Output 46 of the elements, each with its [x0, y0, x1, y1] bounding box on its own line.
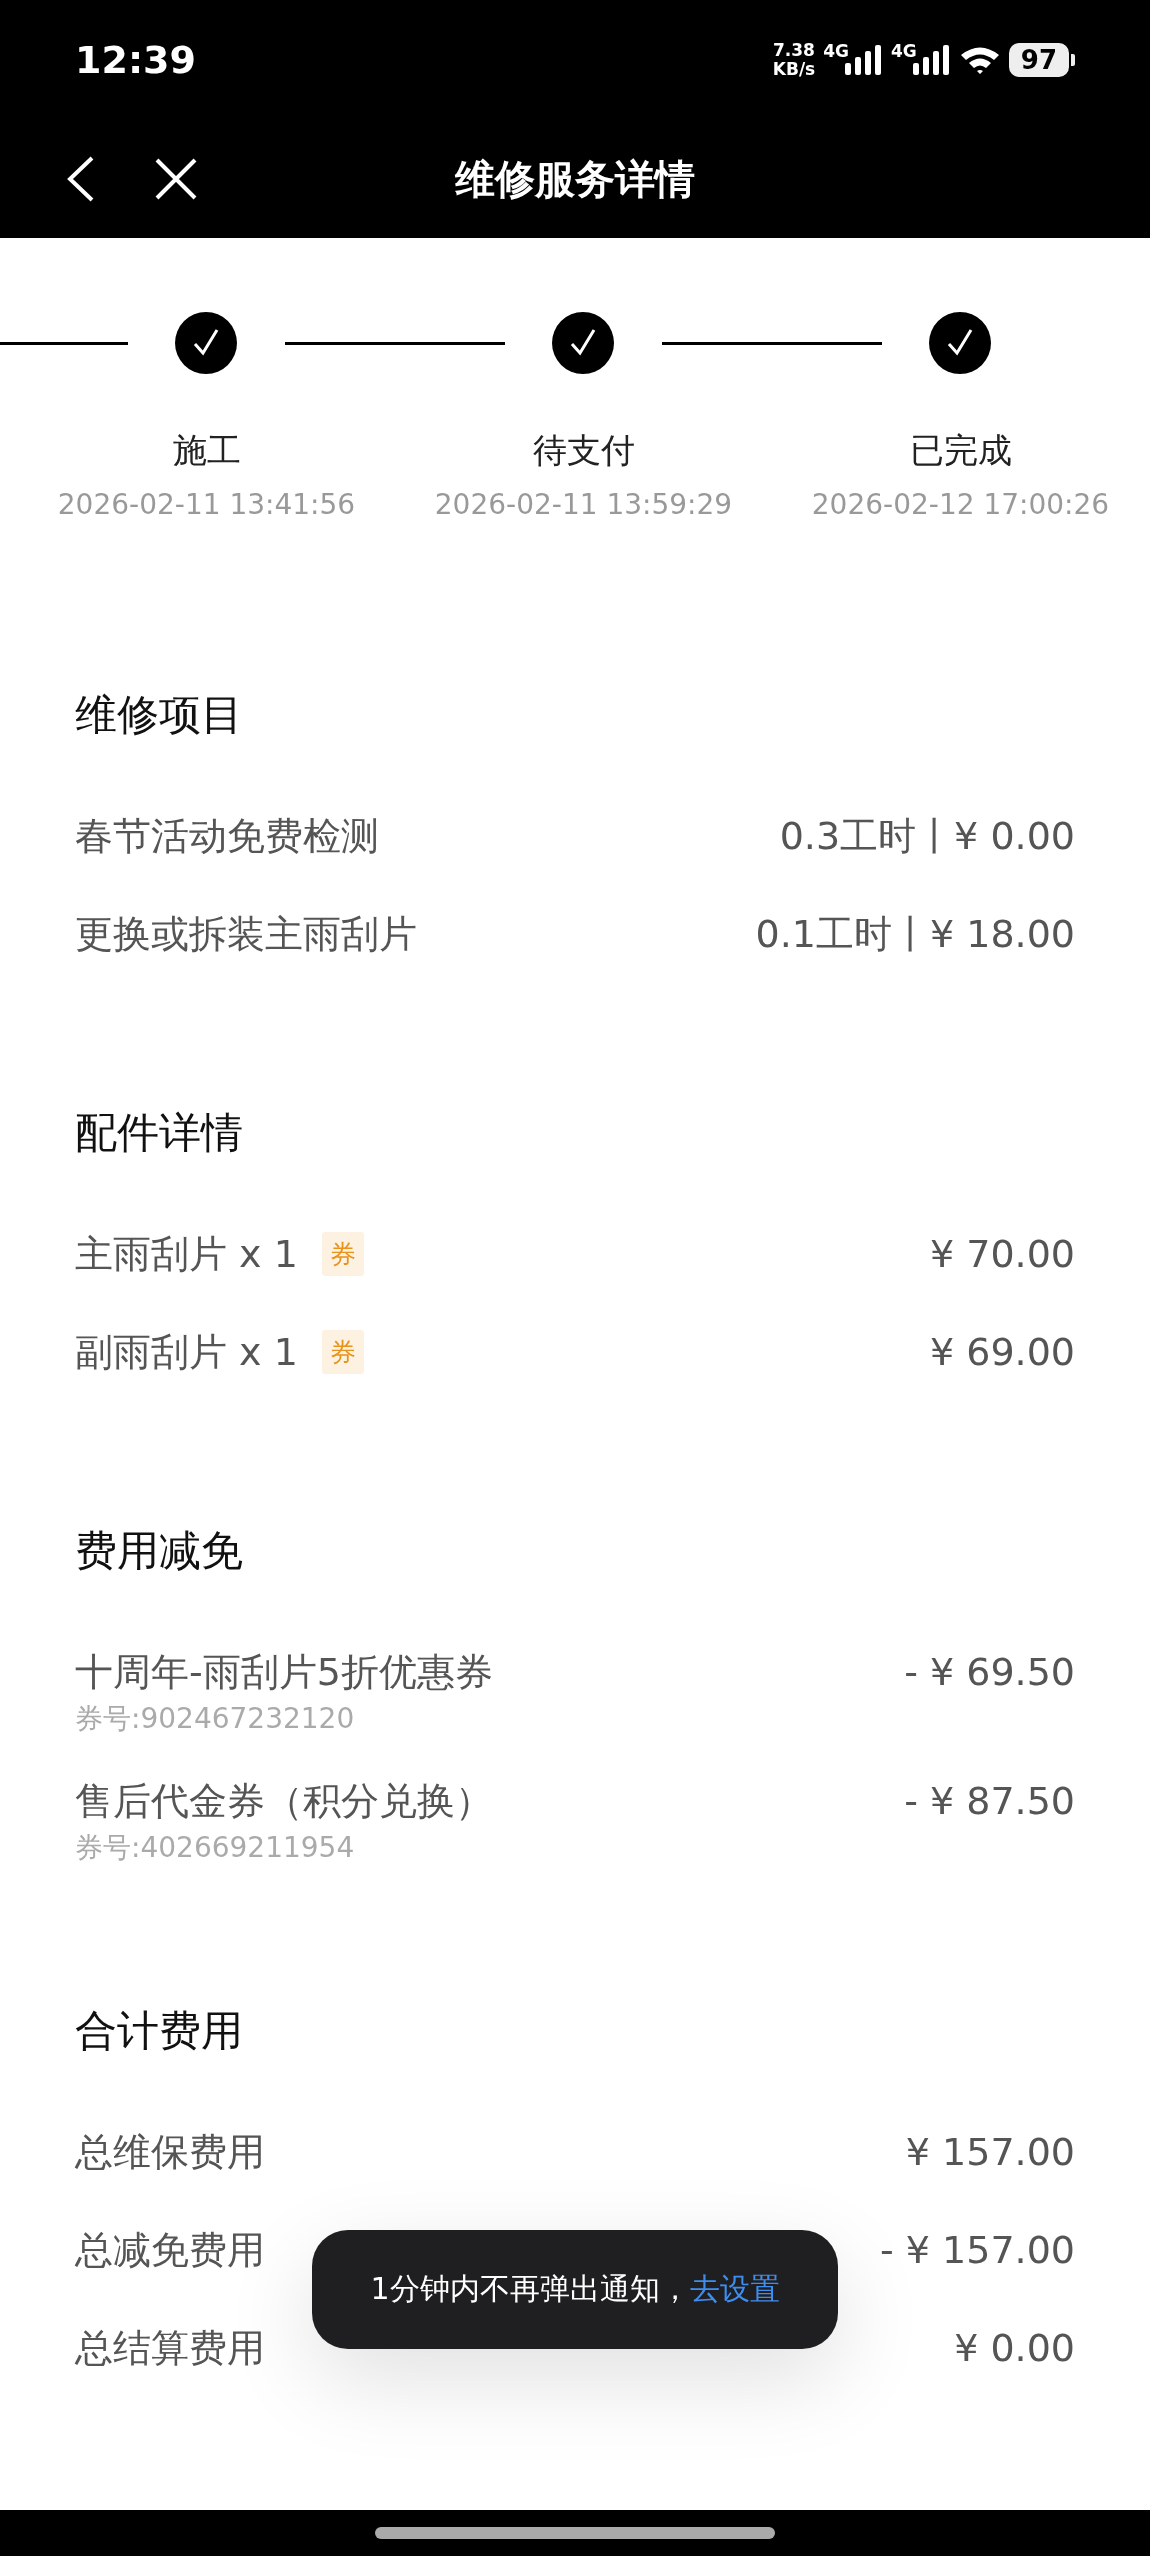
item-price: - ¥ 69.50 [904, 1649, 1075, 1696]
item-price: ¥ 0.00 [954, 2325, 1075, 2372]
coupon-tag: 券 [321, 1232, 364, 1276]
item-price: - ¥ 87.50 [904, 1778, 1075, 1825]
item-name: 售后代金券（积分兑换） [75, 1778, 493, 1825]
back-icon[interactable] [66, 156, 96, 202]
step-time: 2026-02-11 13:59:29 [434, 487, 733, 523]
speed-unit: KB/s [772, 60, 816, 79]
coupon-number: 券号:902467232120 [75, 1702, 356, 1736]
item-name: 总结算费用 [75, 2325, 265, 2372]
item-name: 更换或拆装主雨刮片 [75, 911, 417, 958]
item-price: ¥ 157.00 [905, 2129, 1075, 2176]
item-name: 十周年-雨刮片5折优惠券 [75, 1649, 493, 1696]
step-time: 2026-02-11 13:41:56 [57, 487, 356, 523]
battery-level: 97 [1008, 43, 1069, 77]
item-price: 0.1工时丨¥ 18.00 [755, 911, 1075, 958]
item-price: - ¥ 157.00 [880, 2227, 1075, 2274]
step-time: 2026-02-12 17:00:26 [811, 487, 1110, 523]
step-label: 已完成 [909, 429, 1012, 472]
step-done-icon [929, 312, 991, 374]
network-speed: 7.38 [773, 41, 815, 60]
network-type: 4G [823, 41, 849, 61]
item-name: 总减免费用 [75, 2227, 265, 2274]
section-title: 费用减免 [75, 1525, 244, 1577]
section-title: 合计费用 [75, 2005, 244, 2057]
item-name: 春节活动免费检测 [75, 813, 379, 860]
close-icon[interactable] [154, 157, 198, 201]
item-name: 主雨刮片 x 1 [75, 1231, 298, 1278]
step-done-icon [552, 312, 614, 374]
toast-message: 1分钟内不再弹出通知， [370, 2270, 690, 2308]
section-title: 配件详情 [75, 1107, 244, 1159]
network-type: 4G [891, 41, 917, 61]
item-price: ¥ 70.00 [929, 1231, 1075, 1278]
step-label: 待支付 [532, 429, 635, 472]
section-title: 维修项目 [75, 689, 244, 741]
item-name: 总维保费用 [75, 2129, 265, 2176]
status-time: 12:39 [75, 38, 197, 82]
item-price: 0.3工时丨¥ 0.00 [779, 813, 1075, 860]
coupon-tag: 券 [321, 1330, 364, 1374]
item-price: ¥ 69.00 [929, 1329, 1075, 1376]
page-title: 维修服务详情 [455, 155, 695, 202]
step-done-icon [175, 312, 237, 374]
settings-link[interactable]: 去设置 [689, 2269, 780, 2310]
step-label: 施工 [172, 429, 241, 472]
coupon-number: 券号:402669211954 [75, 1831, 356, 1865]
item-name: 副雨刮片 x 1 [75, 1329, 298, 1376]
